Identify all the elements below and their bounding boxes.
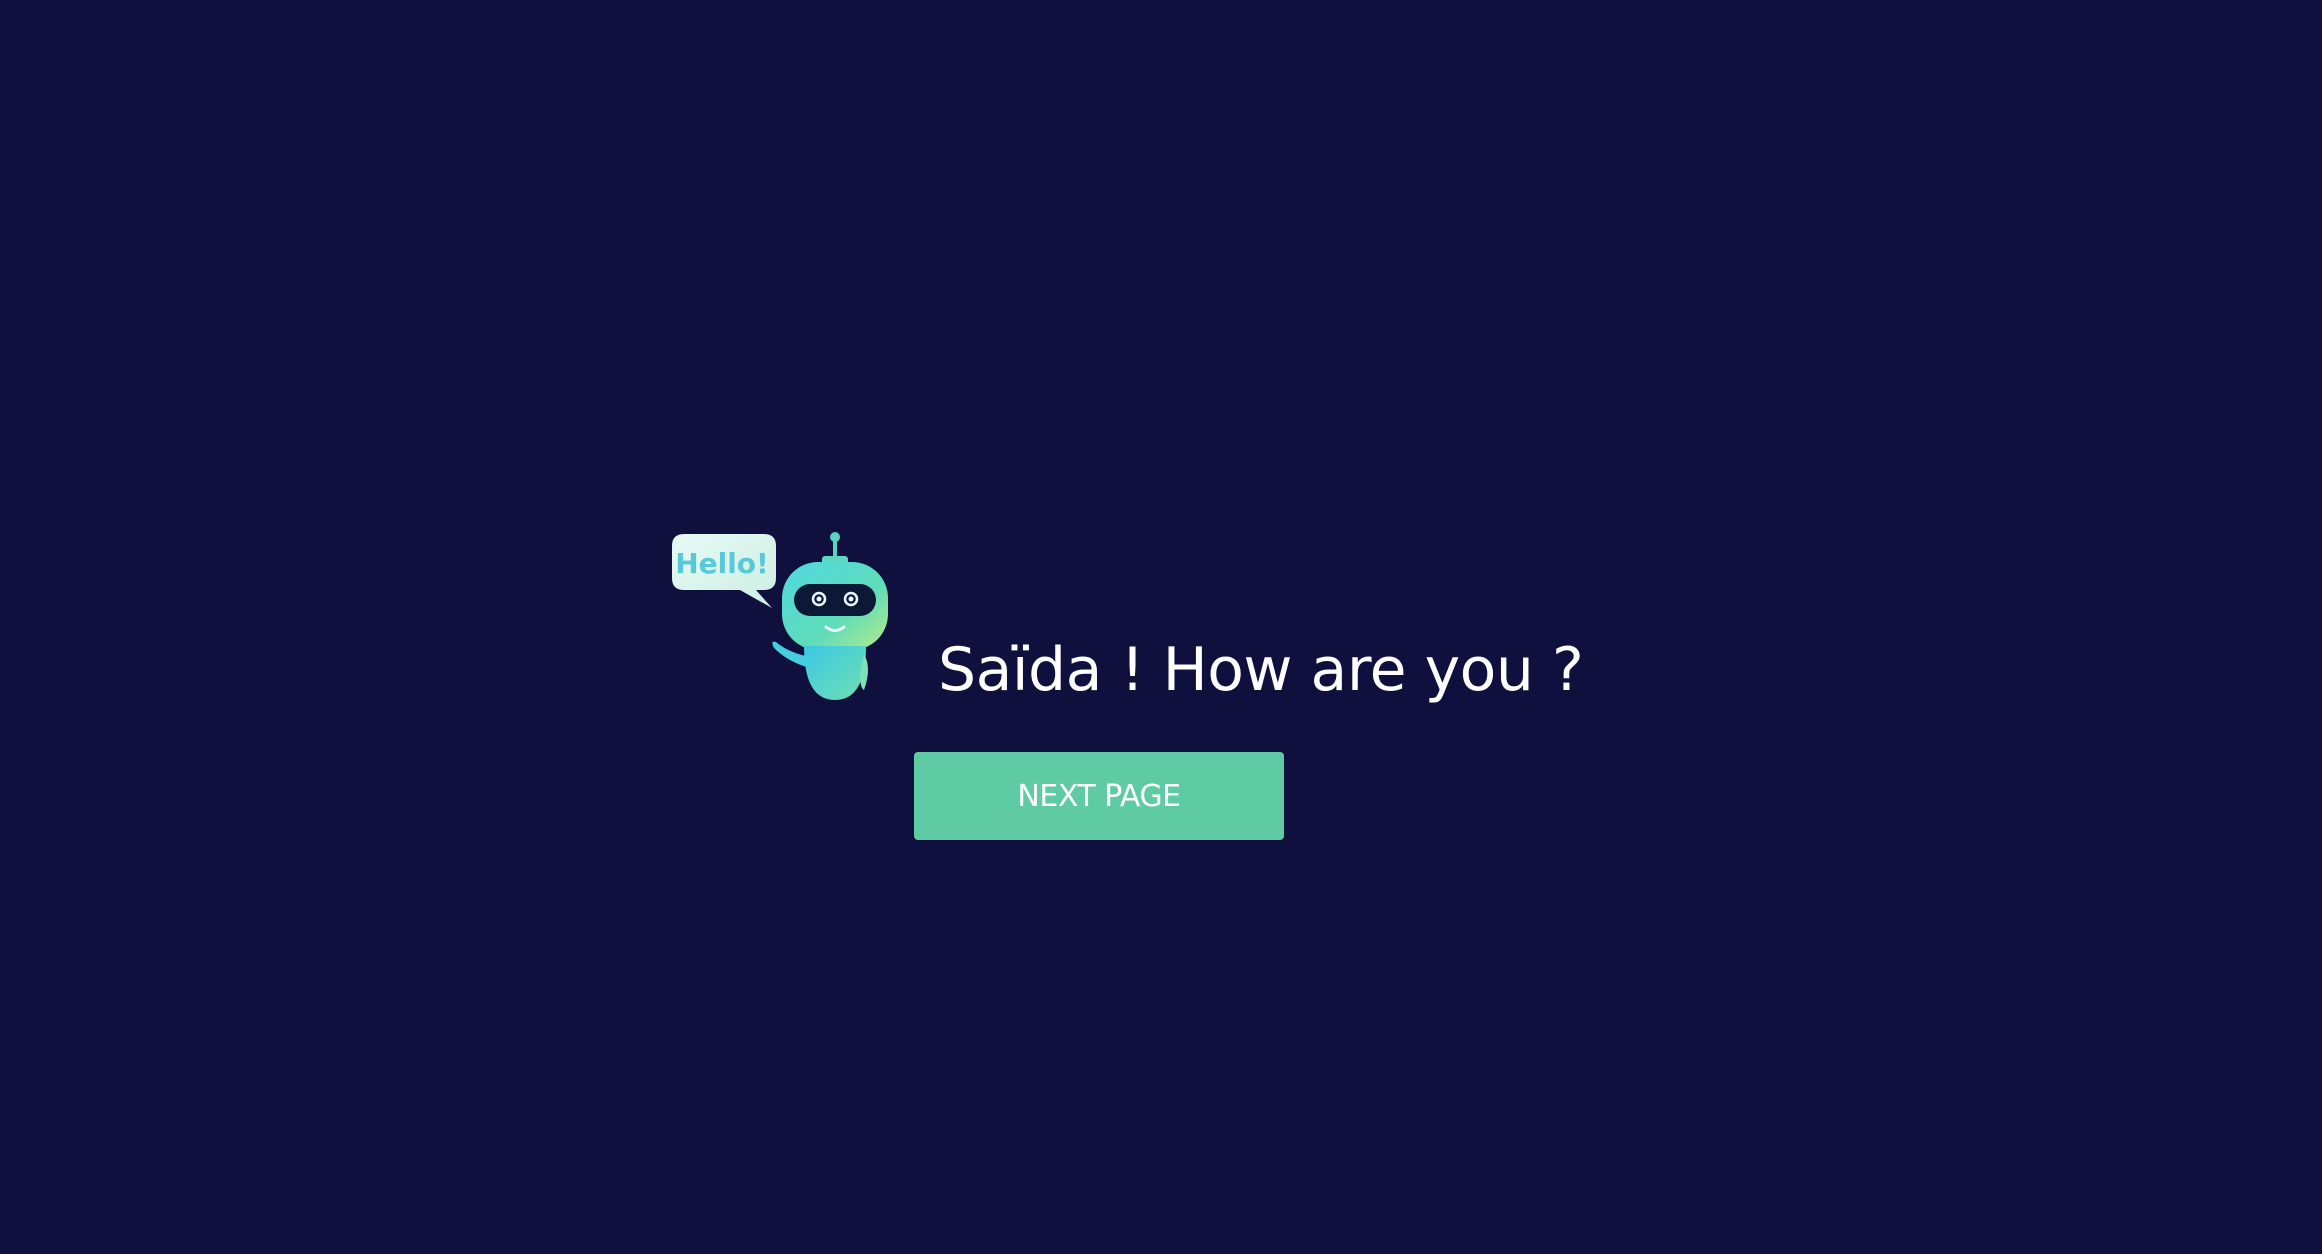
page-root: Hello! Saïda ! How are you ? NEXT PAGE — [0, 0, 2322, 1254]
robot-mascot-illustration: Hello! — [672, 532, 888, 700]
robot-body — [804, 646, 866, 700]
speech-bubble-text: Hello! — [675, 547, 769, 580]
next-page-button[interactable]: NEXT PAGE — [914, 752, 1284, 840]
greeting-heading: Saïda ! How are you ? — [938, 635, 1584, 705]
speech-bubble: Hello! — [672, 534, 776, 608]
